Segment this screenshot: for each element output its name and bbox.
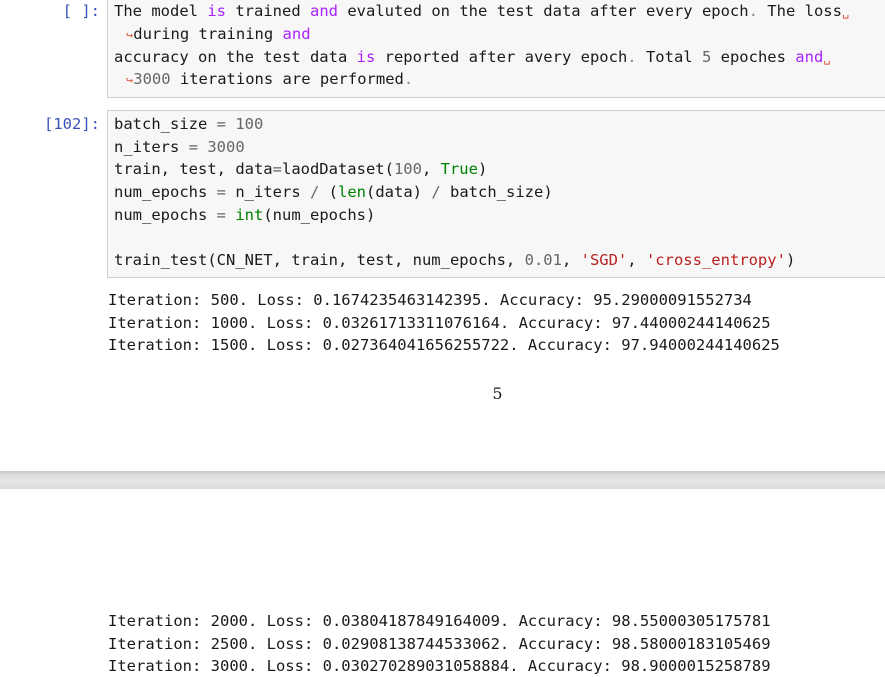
code-line-1: batch_size = 100 xyxy=(114,113,263,135)
code-line-2: n_iters = 3000 xyxy=(114,136,245,158)
cell-prompt: [ ]: xyxy=(0,0,100,22)
output-line: Iteration: 2000. Loss: 0.038041878491640… xyxy=(108,610,771,632)
space-mark-icon: ␣ xyxy=(823,51,830,65)
text-cell[interactable]: The model is trained and evaluted on the… xyxy=(107,0,885,98)
output-line: Iteration: 2500. Loss: 0.029081387445330… xyxy=(108,633,771,655)
page-number: 5 xyxy=(0,384,885,403)
output-line: Iteration: 3000. Loss: 0.030270289031058… xyxy=(108,655,771,677)
output-line: Iteration: 500. Loss: 0.1674235463142395… xyxy=(108,289,752,311)
page-separator xyxy=(0,471,885,489)
code-line-3: train, test, data=laodDataset(100, True) xyxy=(114,158,487,180)
cell-line-3: accuracy on the test data is reported af… xyxy=(114,46,831,68)
cell-line-1: The model is trained and evaluted on the… xyxy=(114,0,849,22)
pdf-page-1: [ ]: The model is trained and evaluted o… xyxy=(0,0,885,471)
code-cell[interactable]: batch_size = 100 n_iters = 3000 train, t… xyxy=(107,110,885,278)
cell-line-2: ↪during training and xyxy=(126,23,311,45)
code-line-6: train_test(CN_NET, train, test, num_epoc… xyxy=(114,249,795,271)
code-line-4: num_epochs = n_iters / (len(data) / batc… xyxy=(114,181,553,203)
output-line: Iteration: 1500. Loss: 0.027364041656255… xyxy=(108,334,780,356)
space-mark-icon: ␣ xyxy=(842,5,849,19)
cell-line-4: ↪3000 iterations are performed. xyxy=(126,68,413,90)
output-line: Iteration: 1000. Loss: 0.032617133110761… xyxy=(108,312,771,334)
code-cell-prompt: [102]: xyxy=(0,113,100,135)
pdf-page-2: Iteration: 2000. Loss: 0.038041878491640… xyxy=(0,489,885,664)
code-line-5: num_epochs = int(num_epochs) xyxy=(114,204,375,226)
